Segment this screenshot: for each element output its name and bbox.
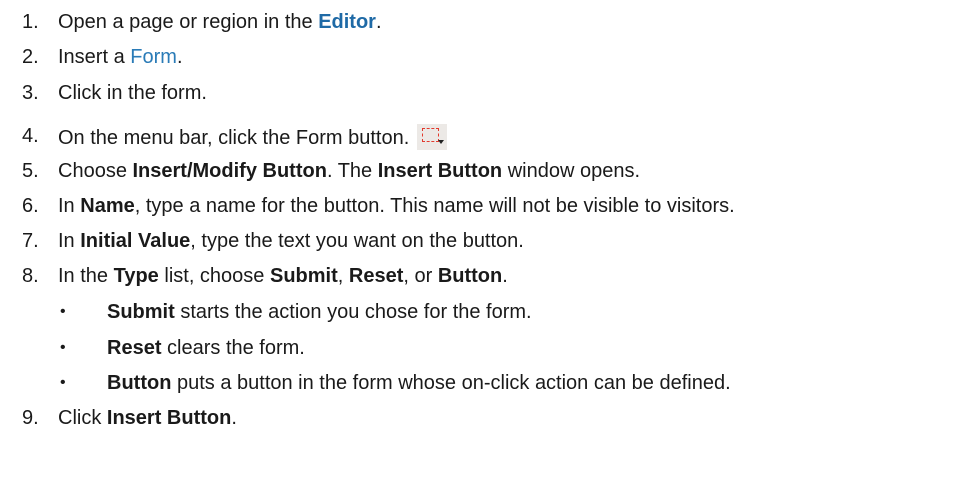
step-number: 6. [22,195,39,217]
step-number: 9. [22,407,39,429]
step-number: 4. [22,125,39,147]
bullet-mark: • [60,339,66,356]
step-text: Click Insert Button. [58,407,237,429]
step-text: In Initial Value, type the text you want… [58,230,524,252]
bullet-mark: • [60,374,66,391]
step-number: 1. [22,11,39,33]
form-dropdown-icon [417,124,448,150]
step-number: 5. [22,160,39,182]
bullet-text: Reset clears the form. [107,337,305,359]
step-text: In the Type list, choose Submit, Reset, … [58,265,508,287]
step-text: In Name, type a name for the button. Thi… [58,195,735,217]
step-number: 8. [22,265,39,287]
bullet-text: Submit starts the action you chose for t… [107,301,532,323]
form-link[interactable]: Form [130,46,177,68]
step-text: On the menu bar, click the Form button. [58,124,448,150]
editor-link[interactable]: Editor [318,11,376,33]
step-text: Open a page or region in the Editor. [58,11,382,33]
step-text: Choose Insert/Modify Button. The Insert … [58,160,641,182]
instructions-document: 1. Open a page or region in the Editor. … [0,0,963,480]
step-number: 2. [22,46,39,68]
bullet-text: Button puts a button in the form whose o… [107,372,731,394]
step-text: Insert a Form. [58,46,183,68]
step-number: 3. [22,82,39,104]
step-text: Click in the form. [58,82,207,104]
bullet-mark: • [60,303,66,320]
step-number: 7. [22,230,39,252]
